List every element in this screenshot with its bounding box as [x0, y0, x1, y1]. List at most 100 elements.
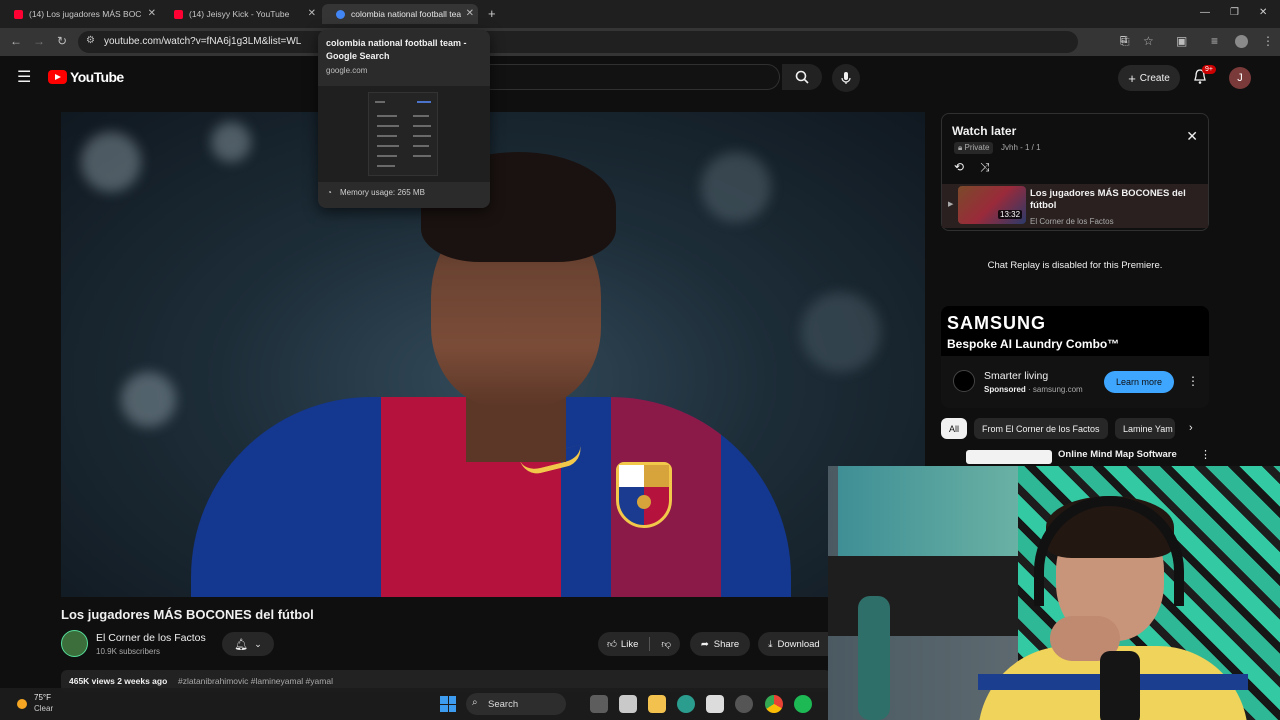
ad-banner[interactable]: SAMSUNG Bespoke AI Laundry Combo™ — [941, 306, 1209, 356]
tab-youtube-video[interactable]: (14) Los jugadores MÁS BOCONES ✕ — [0, 4, 160, 24]
preview-line — [377, 155, 397, 157]
learn-more-button[interactable]: Learn more — [1104, 371, 1174, 393]
reload-icon[interactable]: ↻ — [57, 34, 67, 48]
shuffle-icon[interactable]: ⤨ — [980, 160, 990, 175]
preview-line — [377, 165, 395, 167]
preview-line — [413, 115, 429, 117]
chip-from-channel[interactable]: From El Corner de los Factos — [974, 418, 1108, 439]
chip-all[interactable]: All — [941, 418, 968, 439]
sponsored-ad-card[interactable]: SAMSUNG Bespoke AI Laundry Combo™ Smarte… — [941, 306, 1209, 408]
youtube-masthead: ☰ YouTube + Create 9+ J — [0, 56, 1280, 100]
site-info-icon[interactable]: ⚙ — [86, 35, 95, 46]
weather-condition: Clear — [34, 704, 54, 713]
recommended-video[interactable]: Online Mind Map Software — [966, 448, 1210, 464]
store-icon[interactable] — [706, 695, 724, 713]
playlist-item[interactable]: ▶ 13:32 Los jugadores MÁS BOCONES del fú… — [942, 184, 1208, 228]
dislike-button[interactable]: 👎︎ — [661, 638, 671, 650]
media-controls-icon[interactable]: ≡ — [1211, 34, 1218, 48]
chrome-icon[interactable] — [765, 695, 783, 713]
youtube-logo[interactable]: YouTube — [48, 69, 124, 85]
ad-brand-logo: SAMSUNG — [947, 313, 1047, 333]
account-avatar[interactable]: J — [1229, 67, 1251, 89]
channel-avatar[interactable] — [61, 630, 88, 657]
app-icon[interactable] — [735, 695, 753, 713]
loop-playlist-icon[interactable]: ⟲ — [954, 160, 964, 174]
create-button[interactable]: + Create — [1118, 65, 1180, 91]
start-tile — [440, 704, 448, 712]
video-title: Los jugadores MÁS BOCONES del fútbol — [61, 607, 314, 622]
plus-icon: + — [1128, 70, 1136, 86]
playlist-item-channel: El Corner de los Factos — [1030, 217, 1114, 226]
windows-start-button[interactable] — [440, 696, 456, 712]
weather-sun-icon — [17, 699, 27, 709]
tab-label: (14) Los jugadores MÁS BOCONES — [29, 9, 141, 19]
voice-search-button[interactable] — [832, 64, 860, 92]
bell-icon: 🔔︎ — [234, 638, 249, 651]
edge-browser-icon[interactable] — [677, 695, 695, 713]
search-icon — [795, 70, 809, 84]
more-options-icon[interactable]: ⋮ — [1200, 448, 1211, 461]
forward-arrow-icon[interactable]: → — [33, 34, 45, 48]
more-options-icon[interactable]: ⋮ — [1187, 374, 1199, 388]
bokeh-light — [701, 152, 771, 222]
like-button[interactable]: 👍︎ Like — [607, 638, 639, 651]
close-tab-icon[interactable]: ✕ — [148, 8, 156, 19]
chat-replay-notice: Chat Replay is disabled for this Premier… — [987, 260, 1163, 271]
close-tab-icon[interactable]: ✕ — [308, 8, 316, 19]
download-icon: ⤓ — [768, 638, 773, 650]
weather-widget[interactable] — [14, 693, 36, 715]
window-close-icon[interactable]: ✕ — [1259, 7, 1267, 18]
maximize-icon[interactable]: ❐ — [1230, 7, 1239, 18]
download-button[interactable]: ⤓ Download — [758, 632, 830, 656]
video-player[interactable] — [61, 112, 925, 597]
chevron-right-icon[interactable]: › — [1189, 422, 1193, 434]
close-icon[interactable]: ✕ — [1186, 128, 1198, 145]
divider — [649, 637, 651, 651]
taskbar-search[interactable]: Search — [466, 693, 566, 715]
chip-lamine-yamal[interactable]: Lamine Yam — [1115, 418, 1175, 439]
crest-ball — [637, 495, 651, 509]
now-playing-arrow-icon: ▶ — [948, 201, 954, 208]
channel-name[interactable]: El Corner de los Factos — [96, 632, 206, 644]
ad-sponsored-line: Sponsored · samsung.com — [984, 385, 1083, 394]
side-panel-icon[interactable]: ▣ — [1176, 34, 1187, 48]
subscriber-count: 10.9K subscribers — [96, 647, 161, 656]
bookmark-star-icon[interactable]: ☆ — [1143, 34, 1154, 48]
subscription-bell-button[interactable]: 🔔︎ ⌄ — [222, 632, 274, 656]
search-button[interactable] — [782, 64, 822, 90]
url-text[interactable]: youtube.com/watch?v=fNA6j1g3LM&list=WL — [104, 36, 301, 47]
preview-page — [368, 92, 438, 176]
playlist-title[interactable]: Watch later — [952, 124, 1016, 138]
file-explorer-icon[interactable] — [648, 695, 666, 713]
spotify-icon[interactable] — [794, 695, 812, 713]
minimize-icon[interactable]: — — [1200, 7, 1210, 18]
close-tab-icon[interactable]: ✕ — [466, 8, 474, 19]
google-icon — [336, 9, 345, 19]
memory-usage-text: Memory usage: 265 MB — [340, 188, 425, 197]
preview-line — [375, 101, 385, 103]
omnibox[interactable]: ⚙ youtube.com/watch?v=fNA6j1g3LM&list=WL… — [78, 31, 1127, 53]
app-icon[interactable] — [619, 695, 637, 713]
profile-avatar[interactable] — [1235, 35, 1248, 48]
tab-hover-card: colombia national football team - Google… — [318, 30, 490, 208]
search-input[interactable] — [480, 64, 780, 90]
youtube-icon — [14, 9, 23, 19]
hamburger-menu-icon[interactable]: ☰ — [17, 67, 31, 87]
start-tile — [448, 696, 456, 704]
task-view-icon[interactable] — [590, 695, 608, 713]
like-label: Like — [620, 638, 639, 650]
install-app-icon[interactable]: ⎘ — [1120, 34, 1130, 49]
tab-jeisyy-kick[interactable]: (14) Jeisyy Kick - YouTube ✕ — [160, 4, 320, 24]
preview-line — [413, 125, 431, 127]
watch-later-playlist-panel: Watch later ✕ 🔒︎ Private Jvhh - 1 / 1 ⟲ … — [941, 113, 1209, 231]
share-button[interactable]: ➦ Share — [690, 632, 750, 656]
back-arrow-icon[interactable]: ← — [10, 34, 22, 48]
new-tab-button[interactable]: + — [488, 6, 496, 21]
tab-google-search[interactable]: colombia national football team ✕ — [322, 4, 478, 24]
lock-icon: 🔒︎ — [958, 143, 963, 152]
privacy-label: Private — [964, 143, 990, 152]
hashtags[interactable]: #zlatanibrahimovic #lamineyamal #yamal — [178, 676, 333, 686]
duration-badge: 13:32 — [998, 210, 1023, 219]
browser-menu-icon[interactable]: ⋮ — [1262, 34, 1274, 48]
ad-headline: Smarter living — [984, 370, 1049, 382]
